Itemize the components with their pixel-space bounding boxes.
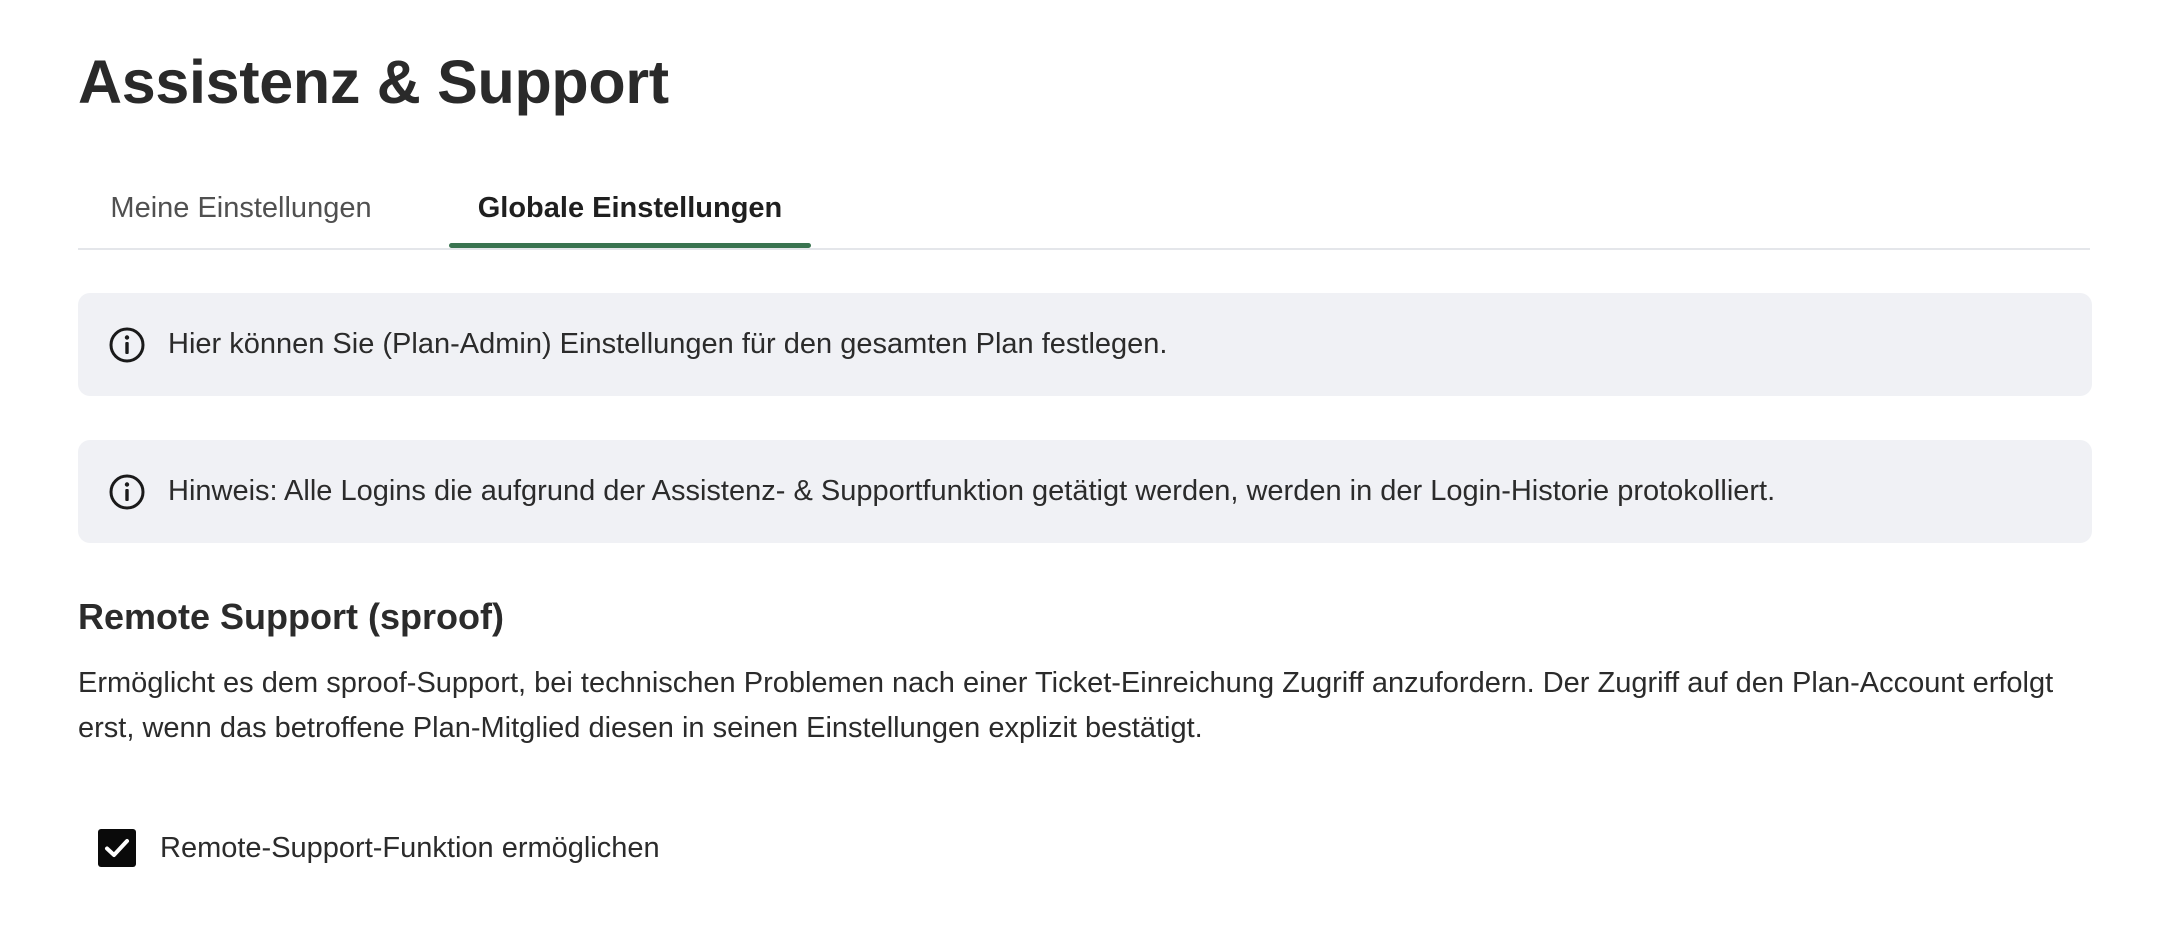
tab-global-settings[interactable]: Globale Einstellungen bbox=[449, 170, 811, 248]
plan-admin-notice: Hier können Sie (Plan-Admin) Einstellung… bbox=[78, 293, 2092, 396]
info-icon bbox=[108, 473, 146, 511]
remote-support-checkbox-label[interactable]: Remote-Support-Funktion ermöglichen bbox=[160, 832, 660, 865]
notice-text: Hinweis: Alle Logins die aufgrund der As… bbox=[168, 475, 1776, 507]
assistance-support-page: Assistenz & Support Meine Einstellungen … bbox=[0, 0, 2176, 944]
remote-support-description: Ermöglicht es dem sproof-Support, bei te… bbox=[78, 667, 2054, 744]
info-icon bbox=[108, 326, 146, 364]
notice-text: Hier können Sie (Plan-Admin) Einstellung… bbox=[168, 328, 1168, 360]
checkmark-icon bbox=[105, 839, 129, 857]
tab-my-settings[interactable]: Meine Einstellungen bbox=[78, 170, 404, 246]
settings-tabs: Meine Einstellungen Globale Einstellunge… bbox=[78, 170, 2090, 250]
remote-support-toggle-row[interactable]: Remote-Support-Funktion ermöglichen bbox=[98, 829, 660, 867]
remote-support-heading: Remote Support (sproof) bbox=[78, 596, 504, 637]
remote-support-checkbox[interactable] bbox=[98, 829, 136, 867]
login-history-notice: Hinweis: Alle Logins die aufgrund der As… bbox=[78, 440, 2092, 543]
page-title: Assistenz & Support bbox=[78, 48, 669, 116]
